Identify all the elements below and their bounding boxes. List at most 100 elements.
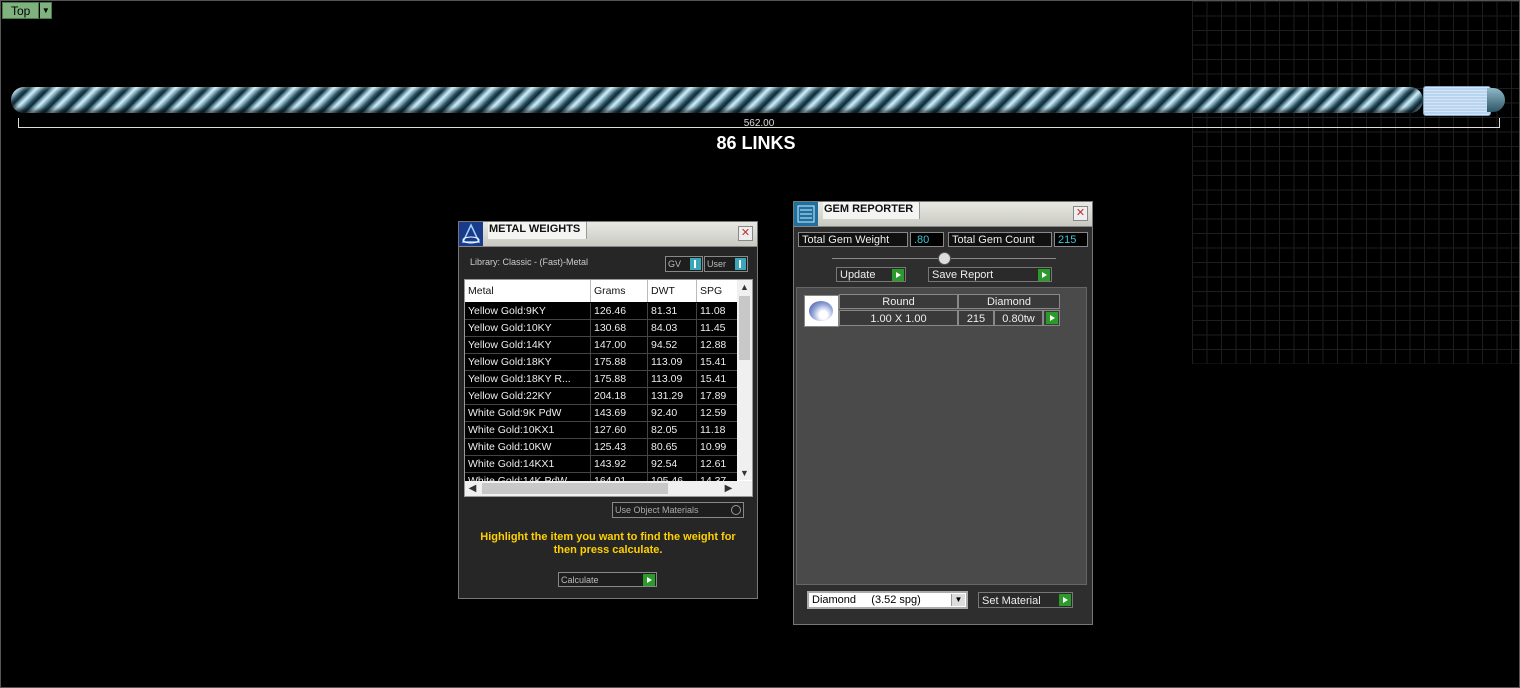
gem-weight-cell: 0.80tw [994,310,1043,326]
save-report-button[interactable]: Save Report [928,267,1052,282]
spg-cell: 11.08 [696,303,737,319]
spg-cell: 15.41 [696,354,737,370]
table-row[interactable]: Yellow Gold:14KY 147.00 94.52 12.88 [465,337,737,354]
metal-table-header: Metal Grams DWT SPG [465,280,737,303]
table-row[interactable]: Yellow Gold:18KY R... 175.88 113.09 15.41 [465,371,737,388]
column-header-dwt[interactable]: DWT [647,280,696,302]
gem-shape-header: Round [839,294,958,309]
gem-count-cell: 215 [958,310,994,326]
play-icon[interactable] [1038,269,1050,281]
calculate-hint: Highlight the item you want to find the … [480,531,736,556]
spg-cell: 17.89 [696,388,737,404]
splitter-knob-icon[interactable] [938,252,951,265]
update-button[interactable]: Update [836,267,906,282]
scroll-left-icon[interactable]: ◀ [465,481,480,496]
scroll-up-icon[interactable]: ▲ [737,280,752,294]
spg-cell: 15.41 [696,371,737,387]
play-icon[interactable] [892,269,904,281]
gv-toggle[interactable]: GV [665,256,703,272]
viewport-label-text[interactable]: Top [2,2,40,19]
metal-cell: White Gold:10KX1 [468,424,555,436]
use-object-materials-toggle[interactable]: Use Object Materials [612,502,744,518]
chain-model[interactable] [11,87,1423,113]
gem-reporter-titlebar[interactable]: GEM REPORTER ✕ [794,202,1092,227]
horizontal-scrollbar[interactable]: ◀ ▶ [465,481,752,496]
vertical-scrollbar[interactable]: ▲ ▼ [737,280,752,480]
column-header-metal[interactable]: Metal [465,280,590,302]
calculate-label: Calculate [561,575,599,585]
dwt-cell: 80.65 [647,439,696,455]
metal-cell: White Gold:10KW [468,441,552,453]
set-material-button[interactable]: Set Material [978,592,1073,608]
save-report-label: Save Report [932,269,994,281]
user-toggle[interactable]: User [704,256,748,272]
viewport-label[interactable]: Top ▼ [2,2,53,19]
gem-size-cell: 1.00 X 1.00 [839,310,958,326]
metal-cell: Yellow Gold:10KY [468,322,552,334]
chain-clasp[interactable] [1423,86,1491,116]
metal-cell: White Gold:9K PdW [468,407,562,419]
play-icon[interactable] [1046,312,1058,324]
total-gem-weight-value: .80 [910,232,944,247]
grams-cell: 130.68 [590,320,647,336]
dwt-cell: 92.40 [647,405,696,421]
table-row[interactable]: White Gold:14KX1 143.92 92.54 12.61 [465,456,737,473]
material-select[interactable]: Diamond (3.52 spg) ▼ [807,591,968,609]
spg-cell: 12.88 [696,337,737,353]
metal-cell: White Gold:14KX1 [468,458,555,470]
links-count-label: 86 LINKS [716,133,796,153]
gem-list[interactable] [796,287,1087,585]
grams-cell: 147.00 [590,337,647,353]
scroll-right-icon[interactable]: ▶ [721,481,736,496]
scroll-thumb[interactable] [739,296,750,360]
chevron-down-icon[interactable]: ▼ [951,594,965,606]
play-icon[interactable] [643,574,655,586]
dwt-cell: 113.09 [647,371,696,387]
spg-cell: 11.45 [696,320,737,336]
column-header-grams[interactable]: Grams [590,280,647,302]
metal-table[interactable]: Metal Grams DWT SPG Yellow Gold:9KY 126.4… [464,279,753,497]
dwt-cell: 92.54 [647,456,696,472]
table-row[interactable]: Yellow Gold:22KY 204.18 131.29 17.89 [465,388,737,405]
table-row[interactable]: Yellow Gold:9KY 126.46 81.31 11.08 [465,303,737,320]
dwt-cell: 94.52 [647,337,696,353]
table-row[interactable]: White Gold:10KX1 127.60 82.05 11.18 [465,422,737,439]
close-icon[interactable]: ✕ [1073,206,1088,221]
metal-cell: Yellow Gold:18KY [468,356,552,368]
metal-weights-icon [459,222,483,246]
radio-icon[interactable] [731,505,741,515]
gem-material-header: Diamond [958,294,1060,309]
spg-cell: 12.59 [696,405,737,421]
table-row[interactable]: Yellow Gold:18KY 175.88 113.09 15.41 [465,354,737,371]
gem-row-button[interactable] [1043,310,1060,326]
scroll-down-icon[interactable]: ▼ [737,466,752,480]
update-label: Update [840,269,876,281]
dwt-cell: 84.03 [647,320,696,336]
use-object-materials-label: Use Object Materials [615,505,699,515]
dimension-tick-right [1499,118,1500,128]
total-gem-weight-label: Total Gem Weight [798,232,908,247]
table-row[interactable]: White Gold:9K PdW 143.69 92.40 12.59 [465,405,737,422]
grams-cell: 127.60 [590,422,647,438]
column-header-spg[interactable]: SPG [696,280,737,302]
calculate-button[interactable]: Calculate [558,572,657,587]
metal-cell: Yellow Gold:18KY R... [468,373,571,385]
grams-cell: 125.43 [590,439,647,455]
top-viewport[interactable]: Top ▼ 562.00 86 LINKS [0,0,1520,688]
dimension-value: 562.00 [743,118,775,129]
total-gem-count-label: Total Gem Count [948,232,1052,247]
viewport-grid [1192,1,1519,364]
dwt-cell: 131.29 [647,388,696,404]
grams-cell: 143.92 [590,456,647,472]
table-row[interactable]: White Gold:10KW 125.43 80.65 10.99 [465,439,737,456]
metal-weights-title: METAL WEIGHTS [488,222,588,239]
scroll-thumb[interactable] [482,483,668,494]
chevron-down-icon[interactable]: ▼ [39,2,53,19]
grams-cell: 143.69 [590,405,647,421]
play-icon[interactable] [1059,594,1071,606]
metal-weights-titlebar[interactable]: METAL WEIGHTS ✕ [459,222,757,247]
table-row[interactable]: Yellow Gold:10KY 130.68 84.03 11.45 [465,320,737,337]
round-gem-icon[interactable] [804,295,839,327]
close-icon[interactable]: ✕ [738,226,753,241]
dwt-cell: 82.05 [647,422,696,438]
